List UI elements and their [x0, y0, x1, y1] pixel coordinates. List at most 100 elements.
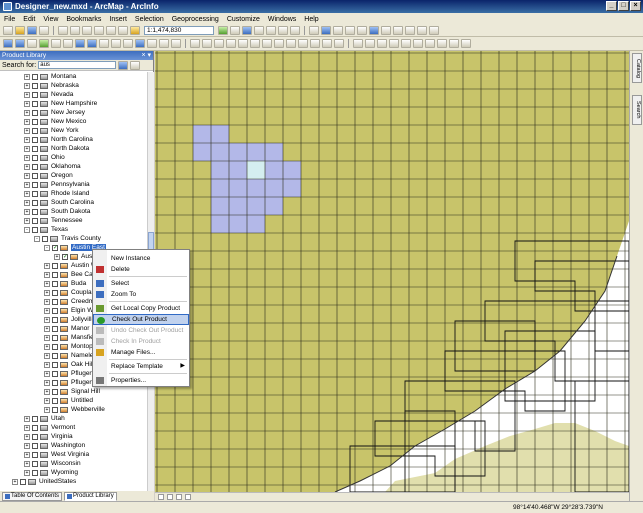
copy-icon[interactable] — [70, 26, 80, 35]
expand-icon[interactable]: + — [24, 469, 30, 476]
tree-checkbox[interactable] — [32, 433, 38, 440]
tree-checkbox[interactable] — [32, 109, 38, 116]
expand-icon[interactable]: + — [24, 136, 30, 143]
tree-item[interactable]: + Oklahoma — [0, 162, 147, 171]
menu-item-manage-files[interactable]: Manage Files... — [93, 347, 189, 358]
fixed-zoom-out-icon[interactable] — [63, 39, 73, 48]
menu-windows[interactable]: Windows — [268, 16, 296, 23]
select-features-icon[interactable] — [99, 39, 109, 48]
full-extent-icon[interactable] — [39, 39, 49, 48]
layout-tool-icon[interactable] — [429, 26, 439, 35]
layout-tool-icon[interactable] — [214, 39, 224, 48]
pan-icon[interactable] — [27, 39, 37, 48]
map-view[interactable] — [155, 51, 629, 492]
tab-product-library[interactable]: Product Library — [64, 491, 117, 501]
redo-icon[interactable] — [118, 26, 128, 35]
expand-icon[interactable]: + — [44, 325, 50, 332]
new-document-icon[interactable] — [3, 26, 13, 35]
tree-item[interactable]: + Rhode Island — [0, 189, 147, 198]
tree-checkbox[interactable] — [32, 82, 38, 89]
tree-item[interactable]: + Tennessee — [0, 216, 147, 225]
menu-item-zoom-to[interactable]: Zoom To — [93, 289, 189, 300]
expand-icon[interactable]: + — [24, 199, 30, 206]
tree-checkbox[interactable] — [32, 424, 38, 431]
expand-icon[interactable]: + — [24, 181, 30, 188]
tree-item[interactable]: + Oregon — [0, 171, 147, 180]
menu-customize[interactable]: Customize — [227, 16, 260, 23]
expand-icon[interactable]: + — [44, 280, 50, 287]
tree-checkbox[interactable] — [32, 415, 38, 422]
tree-item[interactable]: + Signal Hill — [0, 387, 147, 396]
expand-icon[interactable]: + — [44, 370, 50, 377]
menu-item-undo-check-out-product[interactable]: Undo Check Out Product — [93, 325, 189, 336]
arctoolbox-icon[interactable] — [266, 26, 276, 35]
tree-item[interactable]: + New Hampshire — [0, 99, 147, 108]
expand-icon[interactable]: + — [44, 271, 50, 278]
tree-checkbox[interactable] — [52, 352, 58, 359]
layout-tool-icon[interactable] — [369, 26, 379, 35]
tree-checkbox[interactable] — [52, 343, 58, 350]
tree-checkbox[interactable] — [20, 478, 26, 485]
expand-icon[interactable]: + — [24, 154, 30, 161]
layout-tool-icon[interactable] — [345, 26, 355, 35]
clear-selection-icon[interactable] — [111, 39, 121, 48]
expand-icon[interactable]: + — [24, 91, 30, 98]
expand-icon[interactable]: + — [24, 217, 30, 224]
tree-checkbox[interactable]: ✓ — [52, 244, 58, 251]
layout-tool-icon[interactable] — [286, 39, 296, 48]
search-icon[interactable] — [254, 26, 264, 35]
layout-tool-icon[interactable] — [321, 26, 331, 35]
tree-item[interactable]: + New Mexico — [0, 117, 147, 126]
layout-tool-icon[interactable] — [250, 39, 260, 48]
tree-item[interactable]: + UnitedStates — [0, 477, 147, 486]
hyperlink-icon[interactable] — [171, 39, 181, 48]
tree-checkbox[interactable] — [32, 199, 38, 206]
expand-icon[interactable]: + — [24, 172, 30, 179]
back-extent-icon[interactable] — [75, 39, 85, 48]
search-icon[interactable] — [118, 60, 129, 70]
layout-tool-icon[interactable] — [357, 26, 367, 35]
tree-item[interactable]: - Travis County — [0, 234, 147, 243]
tree-checkbox[interactable] — [32, 208, 38, 215]
layout-tool-icon[interactable] — [449, 39, 459, 48]
layout-tool-icon[interactable] — [226, 39, 236, 48]
menu-item-properties[interactable]: Properties... — [93, 375, 189, 386]
layout-tool-icon[interactable] — [405, 26, 415, 35]
expand-icon[interactable]: + — [44, 289, 50, 296]
tree-item[interactable]: + West Virginia — [0, 450, 147, 459]
tree-checkbox[interactable] — [32, 181, 38, 188]
cut-icon[interactable] — [58, 26, 68, 35]
tree-checkbox[interactable] — [52, 289, 58, 296]
expand-icon[interactable]: + — [24, 145, 30, 152]
tree-checkbox[interactable] — [52, 280, 58, 287]
tree-item[interactable]: + North Carolina — [0, 135, 147, 144]
layout-tool-icon[interactable] — [309, 26, 319, 35]
collapse-icon[interactable]: - — [34, 235, 40, 242]
save-icon[interactable] — [27, 26, 37, 35]
tree-checkbox[interactable] — [52, 388, 58, 395]
tree-checkbox[interactable] — [32, 163, 38, 170]
tree-item[interactable]: + Nebraska — [0, 81, 147, 90]
tree-checkbox[interactable] — [32, 91, 38, 98]
tree-checkbox[interactable] — [32, 127, 38, 134]
toc-icon[interactable] — [242, 26, 252, 35]
layout-tool-icon[interactable] — [425, 39, 435, 48]
expand-icon[interactable]: + — [44, 379, 50, 386]
expand-icon[interactable]: + — [24, 415, 30, 422]
expand-icon[interactable]: + — [44, 352, 50, 359]
expand-icon[interactable]: + — [24, 118, 30, 125]
layout-view-icon[interactable] — [167, 494, 173, 500]
layout-tool-icon[interactable] — [274, 39, 284, 48]
layout-tool-icon[interactable] — [190, 39, 200, 48]
layout-tool-icon[interactable] — [310, 39, 320, 48]
expand-icon[interactable]: + — [12, 478, 18, 485]
expand-icon[interactable]: + — [24, 82, 30, 89]
tree-item[interactable]: + Wisconsin — [0, 459, 147, 468]
tree-checkbox[interactable] — [52, 379, 58, 386]
minimize-button[interactable]: _ — [606, 1, 617, 11]
tree-checkbox[interactable] — [32, 172, 38, 179]
tree-item[interactable]: + Washington — [0, 441, 147, 450]
close-button[interactable]: × — [630, 1, 641, 11]
undo-icon[interactable] — [106, 26, 116, 35]
open-icon[interactable] — [15, 26, 25, 35]
